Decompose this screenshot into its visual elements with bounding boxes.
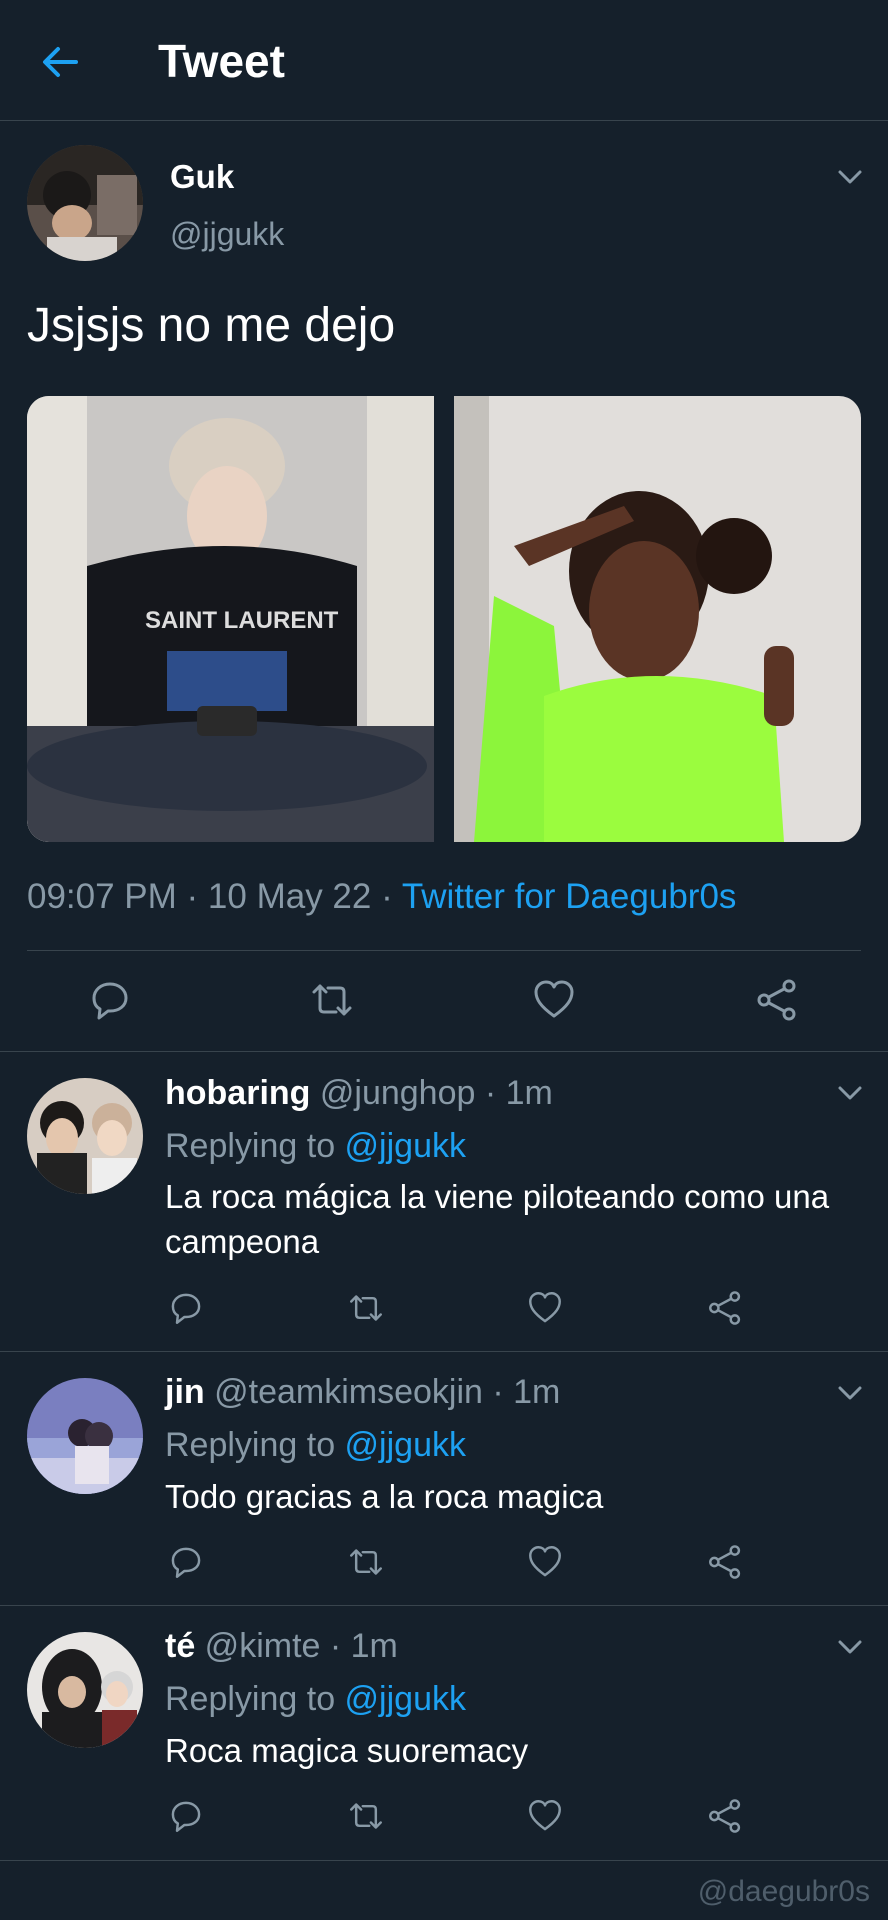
chevron-down-icon[interactable] (835, 1378, 865, 1408)
page-title: Tweet (158, 35, 285, 87)
reply-header: jin @teamkimseokjin · 1m (165, 1373, 560, 1412)
share-icon[interactable] (755, 978, 799, 1022)
top-bar: Tweet (0, 0, 888, 121)
reply-author-name[interactable]: jin (165, 1373, 205, 1411)
tweet-image-right[interactable] (454, 396, 861, 842)
author-avatar[interactable] (27, 145, 143, 261)
like-heart-icon[interactable] (527, 1290, 563, 1326)
like-heart-icon[interactable] (532, 978, 576, 1022)
like-heart-icon[interactable] (527, 1798, 563, 1834)
retweet-icon[interactable] (310, 978, 354, 1022)
replying-to-label: Replying to (165, 1127, 345, 1165)
chevron-down-icon[interactable] (835, 162, 865, 192)
replying-to-handle[interactable]: @jjgukk (345, 1426, 466, 1464)
divider (0, 1605, 888, 1606)
author-handle[interactable]: @jjgukk (170, 216, 284, 253)
replying-to-line: Replying to @jjgukk (165, 1426, 466, 1465)
chevron-down-icon[interactable] (835, 1078, 865, 1108)
reply-avatar[interactable] (27, 1378, 143, 1494)
reply-text: Todo gracias a la roca magica (165, 1478, 604, 1515)
tweet-source-link[interactable]: Twitter for Daegubr0s (402, 877, 737, 916)
share-icon[interactable] (707, 1290, 743, 1326)
divider (0, 1351, 888, 1352)
divider (0, 1860, 888, 1861)
reply-handle-time[interactable]: @junghop · 1m (310, 1074, 553, 1112)
share-icon[interactable] (707, 1544, 743, 1580)
reply-avatar[interactable] (27, 1078, 143, 1194)
reply-handle-time[interactable]: @kimte · 1m (195, 1627, 398, 1665)
replying-to-handle[interactable]: @jjgukk (345, 1680, 466, 1718)
like-heart-icon[interactable] (527, 1544, 563, 1580)
reply-icon[interactable] (168, 1290, 204, 1326)
reply-text: Roca magica suoremacy (165, 1732, 529, 1769)
tweet-text: Jsjsjs no me dejo (27, 299, 396, 352)
reply-icon[interactable] (168, 1798, 204, 1834)
tweet-timestamp: 09:07 PM · 10 May 22 · Twitter for Daegu… (27, 877, 736, 917)
reply-author-name[interactable]: té (165, 1627, 195, 1665)
reply-text: La roca mágica la viene piloteando como … (165, 1178, 830, 1260)
chevron-down-icon[interactable] (835, 1632, 865, 1662)
replying-to-label: Replying to (165, 1680, 345, 1718)
tweet-image-left[interactable]: SAINT LAURENT (27, 396, 434, 842)
back-arrow-icon[interactable] (36, 38, 84, 86)
reply-header: hobaring @junghop · 1m (165, 1074, 553, 1113)
author-name[interactable]: Guk (170, 158, 234, 196)
reply-icon[interactable] (168, 1544, 204, 1580)
reply-handle-time[interactable]: @teamkimseokjin · 1m (205, 1373, 560, 1411)
divider (27, 950, 861, 951)
replying-to-label: Replying to (165, 1426, 345, 1464)
reply-author-name[interactable]: hobaring (165, 1074, 310, 1112)
shirt-print-text: SAINT LAURENT (145, 607, 339, 634)
tweet-time-date: 09:07 PM · 10 May 22 · (27, 877, 402, 916)
share-icon[interactable] (707, 1798, 743, 1834)
reply-avatar[interactable] (27, 1632, 143, 1748)
reply-header: té @kimte · 1m (165, 1627, 398, 1666)
divider (0, 1051, 888, 1052)
retweet-icon[interactable] (348, 1798, 384, 1834)
retweet-icon[interactable] (348, 1544, 384, 1580)
replying-to-line: Replying to @jjgukk (165, 1680, 466, 1719)
replying-to-handle[interactable]: @jjgukk (345, 1127, 466, 1165)
replying-to-line: Replying to @jjgukk (165, 1127, 466, 1166)
watermark-text: @daegubr0s (697, 1875, 870, 1908)
reply-icon[interactable] (88, 978, 132, 1022)
retweet-icon[interactable] (348, 1290, 384, 1326)
